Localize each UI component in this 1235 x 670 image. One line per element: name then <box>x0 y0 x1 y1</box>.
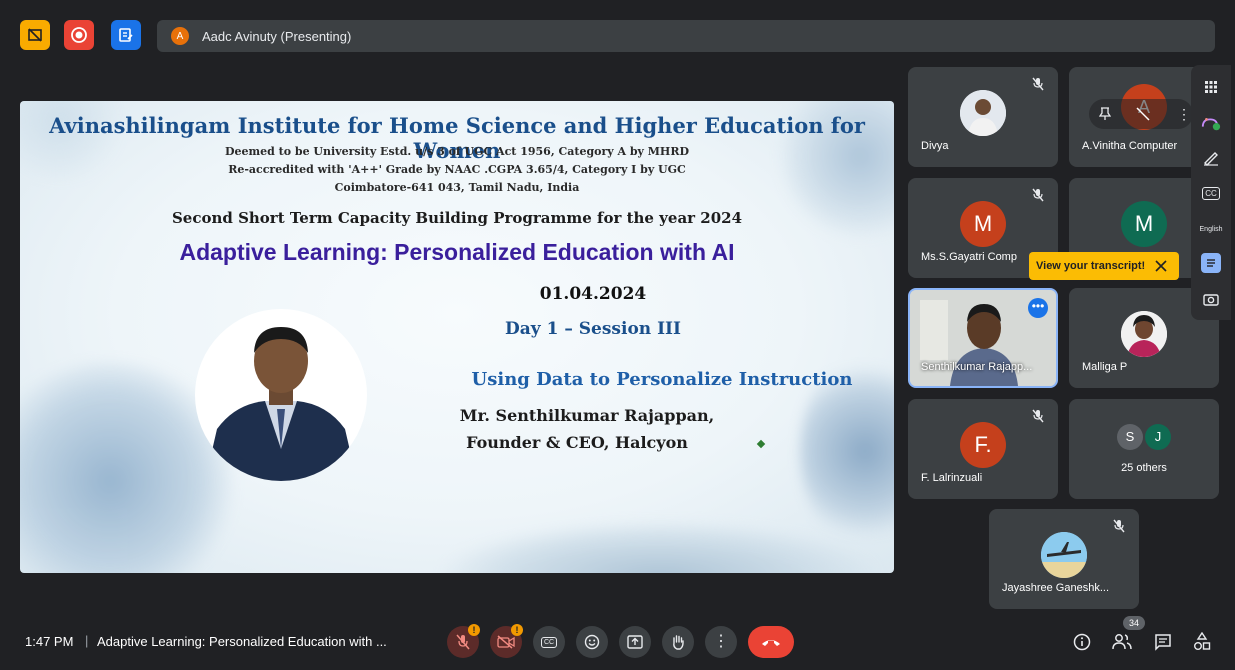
slide-line-2: Re-accredited with 'A++' Grade by NAAC .… <box>228 163 686 176</box>
apps-grid-icon[interactable] <box>1201 77 1221 97</box>
title-separator: | <box>85 633 89 648</box>
presenter-avatar: A <box>171 27 189 45</box>
participant-tile-senthilkumar[interactable]: ••• Senthilkumar Rajapp... <box>908 288 1058 388</box>
slide-line-3: Coimbatore-641 043, Tamil Nadu, India <box>334 181 580 194</box>
side-panel: CC English <box>1191 65 1231 320</box>
participant-tile-divya[interactable]: Divya <box>908 67 1058 167</box>
more-options-button[interactable]: ⋮ <box>705 626 737 658</box>
participant-tile-lalrinzuali[interactable]: F. F. Lalrinzuali <box>908 399 1058 499</box>
slide-date: 01.04.2024 <box>539 284 647 304</box>
hand-icon <box>673 635 684 650</box>
transcript-tooltip: View your transcript! <box>1029 252 1179 280</box>
mic-off-icon <box>456 634 470 650</box>
camera-off-icon <box>497 635 515 649</box>
slide-line-1: Deemed to be University Estd. u/s 3 of U… <box>224 145 690 158</box>
speaking-indicator: ••• <box>1028 298 1048 318</box>
participant-tile-jayashree[interactable]: Jayashree Ganeshk... <box>989 509 1139 609</box>
raise-hand-button[interactable] <box>662 626 694 658</box>
slide-topic: Adaptive Learning: Personalized Educatio… <box>179 239 735 265</box>
emoji-icon <box>584 634 600 650</box>
participant-name: Senthilkumar Rajapp... <box>921 361 1033 373</box>
recording-icon[interactable] <box>64 20 94 50</box>
participant-photo <box>1041 532 1087 578</box>
present-screen-icon <box>627 635 643 649</box>
presentation-slide: Avinashilingam Institute for Home Scienc… <box>20 101 894 573</box>
participant-tile-others[interactable]: S J 25 others <box>1069 399 1219 499</box>
participant-name: Malliga P <box>1082 361 1128 373</box>
participant-avatar: M <box>960 201 1006 247</box>
notes-icon[interactable] <box>111 20 141 50</box>
captions-icon[interactable]: CC <box>1201 183 1221 203</box>
leave-call-button[interactable] <box>748 626 794 658</box>
mic-warning-badge: ! <box>468 624 480 636</box>
slide-programme: Second Short Term Capacity Building Prog… <box>171 209 743 227</box>
captions-button[interactable]: CC <box>533 626 565 658</box>
participant-photo <box>1121 311 1167 357</box>
mic-muted-icon <box>1032 409 1044 423</box>
end-call-icon <box>762 640 780 646</box>
participant-name: F. Lalrinzuali <box>921 472 983 484</box>
participant-name: Jayashree Ganeshk... <box>1002 582 1110 594</box>
participant-name: A.Vinitha Computer <box>1082 140 1178 152</box>
others-count-label: 25 others <box>1121 462 1167 474</box>
other-avatar-s: S <box>1117 424 1143 450</box>
meeting-title: Adaptive Learning: Personalized Educatio… <box>97 634 387 649</box>
mic-muted-icon <box>1113 519 1125 533</box>
clock: 1:47 PM <box>25 634 74 649</box>
tooltip-text: View your transcript! <box>1036 260 1146 272</box>
more-vert-icon: ⋮ <box>713 633 729 650</box>
participant-name: Divya <box>921 140 949 152</box>
annotate-pen-icon[interactable] <box>1201 147 1221 167</box>
mic-muted-icon <box>1032 188 1044 202</box>
present-button[interactable] <box>619 626 651 658</box>
activities-shapes-icon[interactable] <box>1193 632 1211 651</box>
other-avatar-j: J <box>1145 424 1171 450</box>
pin-icon[interactable] <box>1099 107 1111 121</box>
reactions-button[interactable] <box>576 626 608 658</box>
camera-warning-badge: ! <box>511 624 523 636</box>
speaker-photo <box>195 309 367 481</box>
info-icon[interactable] <box>1073 633 1091 651</box>
people-icon[interactable] <box>1112 633 1132 651</box>
participant-avatar: F. <box>960 422 1006 468</box>
transcript-icon[interactable] <box>1201 253 1221 273</box>
presenting-label: Aadc Avinuty (Presenting) <box>202 29 352 44</box>
presenting-banner[interactable]: A Aadc Avinuty (Presenting) <box>157 20 1215 52</box>
captions-icon: CC <box>540 636 558 648</box>
activities-icon[interactable] <box>1201 113 1221 133</box>
chat-icon[interactable] <box>1154 633 1172 651</box>
people-count-badge: 34 <box>1123 616 1145 630</box>
language-label[interactable]: English <box>1197 219 1225 239</box>
close-icon[interactable] <box>1155 260 1167 272</box>
camera-snapshot-icon[interactable] <box>1201 289 1221 309</box>
participant-name: Ms.S.Gayatri Comp <box>921 251 1017 263</box>
participant-photo <box>960 90 1006 136</box>
mic-muted-icon <box>1032 77 1044 91</box>
no-recording-icon[interactable] <box>20 20 50 50</box>
mute-participant-icon[interactable] <box>1135 106 1151 122</box>
more-options-icon[interactable]: ⋮ <box>1177 104 1191 124</box>
participant-avatar: M <box>1121 201 1167 247</box>
